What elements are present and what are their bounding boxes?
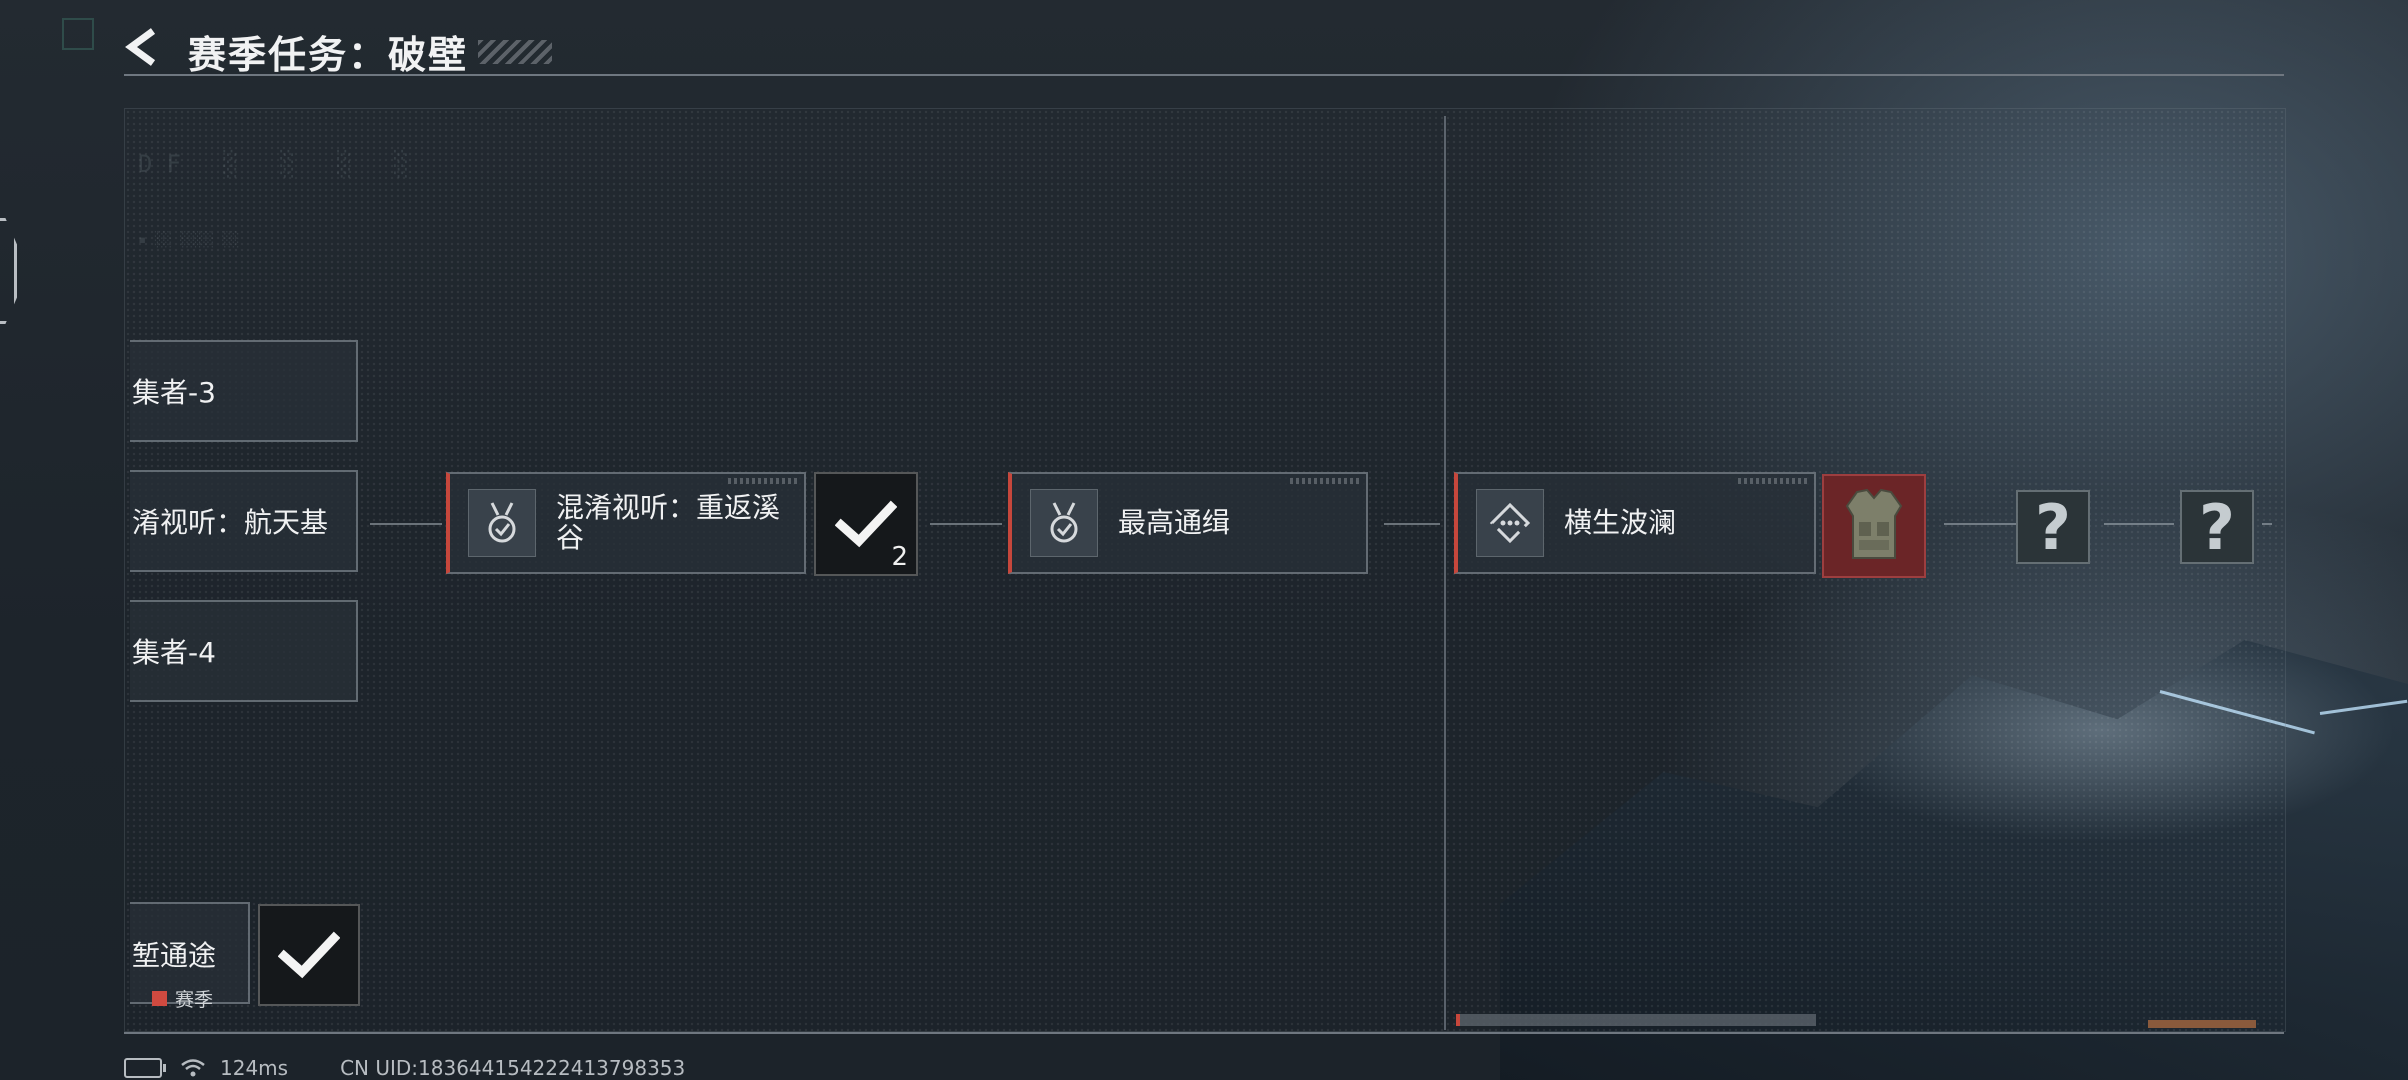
quest-node-most-wanted[interactable]: 最高通缉 xyxy=(1008,472,1368,574)
quest-node-collector-3[interactable]: 集者-3 xyxy=(130,340,358,442)
uid-value: CN UID:1836441542224137983​53 xyxy=(340,1056,686,1080)
season-tag-marker xyxy=(152,991,167,1006)
battery-icon xyxy=(124,1058,166,1078)
node-corner-decoration xyxy=(1290,478,1360,484)
node-corner-decoration xyxy=(1738,478,1808,484)
season-tag-label: 赛季 xyxy=(175,989,214,1011)
diamond-dots-icon xyxy=(1476,489,1544,557)
quest-node-return-valley[interactable]: 混淆视听：重返溪 谷 xyxy=(446,472,806,574)
season-tag: 赛季 xyxy=(152,985,213,1012)
chain-connector xyxy=(2104,523,2174,525)
chain-connector xyxy=(1384,523,1440,525)
status-bar: 124ms CN UID:1836441542224137983​53 xyxy=(124,1056,685,1080)
chain-connector xyxy=(2262,523,2272,525)
checkmark-icon xyxy=(835,500,897,548)
reward-completed[interactable] xyxy=(258,904,360,1006)
armor-vest-icon xyxy=(1845,488,1903,559)
quest-node-label: 堑通途 xyxy=(132,939,217,972)
question-mark-icon: ? xyxy=(2199,490,2235,564)
medal-check-icon xyxy=(1030,489,1098,557)
medal-check-icon xyxy=(468,489,536,557)
page-title: 赛季任务：破壁 xyxy=(188,33,469,77)
quest-node-label: 集者-3 xyxy=(132,376,216,409)
quest-node-label: 集者-4 xyxy=(132,636,216,669)
ping-value: 124ms xyxy=(220,1056,289,1080)
checkmark-icon xyxy=(278,931,340,979)
quest-node-collector-4[interactable]: 集者-4 xyxy=(130,600,358,702)
node-corner-decoration xyxy=(728,478,798,484)
reward-unknown[interactable]: ? xyxy=(2180,490,2254,564)
wifi-icon xyxy=(181,1059,205,1077)
season-divider xyxy=(1444,116,1446,1030)
reward-unknown[interactable]: ? xyxy=(2016,490,2090,564)
corner-mark xyxy=(62,18,94,50)
reward-completed[interactable]: 2 xyxy=(814,472,918,576)
quest-node-ripples[interactable]: 横生波澜 xyxy=(1454,472,1816,574)
quest-node-label: 淆视听：航天基 xyxy=(132,506,329,539)
reward-armor[interactable] xyxy=(1822,474,1926,578)
question-mark-icon: ? xyxy=(2035,490,2071,564)
quest-node-aerospace[interactable]: 淆视听：航天基 xyxy=(130,470,358,572)
background-decoration: ▪ ░░ ░░░░ ░░ xyxy=(138,232,240,248)
reward-count: 2 xyxy=(891,542,908,572)
quest-node-label: 横生波澜 xyxy=(1564,506,1677,539)
back-button[interactable] xyxy=(118,22,168,72)
footer-divider xyxy=(124,1032,2284,1034)
chain-connector xyxy=(370,523,442,525)
chain-connector xyxy=(930,523,1002,525)
title-hatch-decoration xyxy=(478,40,552,64)
chain-connector xyxy=(1944,523,2016,525)
quest-node-label: 混淆视听：重返溪 谷 xyxy=(556,491,781,554)
background-decoration: DF ░ ░ ░ ░ xyxy=(138,150,423,178)
season-progress-strip xyxy=(1456,1014,1816,1026)
progress-strip-accent xyxy=(2148,1020,2256,1028)
header-divider xyxy=(124,74,2284,76)
quest-node-label: 最高通缉 xyxy=(1118,506,1231,539)
back-arrow-icon xyxy=(125,28,156,66)
